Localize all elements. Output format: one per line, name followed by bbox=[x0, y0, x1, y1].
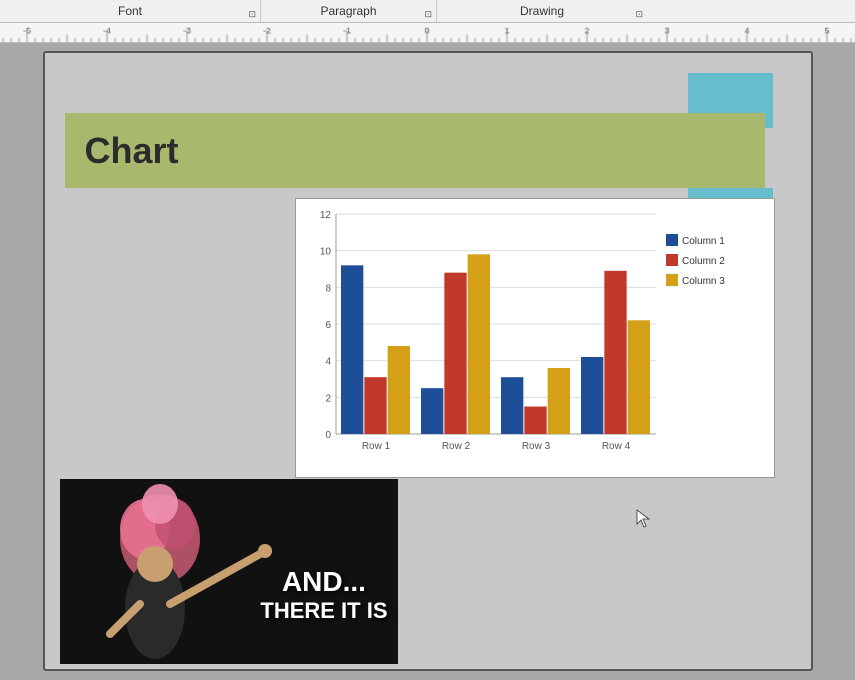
font-section: Font ⊡ bbox=[0, 0, 260, 22]
svg-text:Column 1: Column 1 bbox=[682, 236, 725, 247]
drawing-section: Drawing ⊡ bbox=[437, 0, 647, 22]
image-box[interactable]: AND... THERE IT IS bbox=[60, 479, 398, 664]
content-area: Chart 0 2 4 6 8 10 12 Row 1 Row 2 Row 3 Row 4 Colum… bbox=[0, 43, 855, 680]
document-slide[interactable]: Chart 0 2 4 6 8 10 12 Row 1 Row 2 Row 3 Row 4 Colum… bbox=[43, 51, 813, 671]
ruler bbox=[0, 23, 855, 43]
image-placeholder: AND... THERE IT IS bbox=[60, 479, 398, 664]
image-text-line2: THERE IT IS bbox=[260, 598, 387, 624]
paragraph-section: Paragraph ⊡ bbox=[261, 0, 436, 22]
svg-text:Row 2: Row 2 bbox=[441, 441, 470, 452]
image-text-overlay: AND... THERE IT IS bbox=[260, 566, 387, 624]
chart-title-box[interactable]: Chart bbox=[65, 113, 765, 188]
image-text-line1: AND... bbox=[260, 566, 387, 598]
drawing-expand-icon[interactable]: ⊡ bbox=[635, 9, 643, 20]
svg-text:12: 12 bbox=[319, 210, 331, 221]
toolbar: Font ⊡ Paragraph ⊡ Drawing ⊡ bbox=[0, 0, 855, 23]
svg-text:10: 10 bbox=[319, 247, 331, 258]
paragraph-label: Paragraph bbox=[320, 4, 376, 18]
svg-text:4: 4 bbox=[325, 357, 331, 368]
paragraph-expand-icon[interactable]: ⊡ bbox=[424, 9, 432, 20]
drawing-label: Drawing bbox=[520, 4, 564, 18]
svg-text:2: 2 bbox=[325, 393, 331, 404]
font-label: Font bbox=[118, 4, 142, 18]
chart-container[interactable]: 0 2 4 6 8 10 12 Row 1 Row 2 Row 3 Row 4 Column 1 Col… bbox=[295, 198, 775, 478]
bar-chart: 0 2 4 6 8 10 12 Row 1 Row 2 Row 3 Row 4 Column 1 Col… bbox=[296, 199, 776, 479]
svg-text:Column 3: Column 3 bbox=[682, 276, 725, 287]
svg-text:Row 1: Row 1 bbox=[361, 441, 390, 452]
svg-text:Row 4: Row 4 bbox=[601, 441, 630, 452]
svg-text:0: 0 bbox=[325, 430, 331, 441]
svg-text:Row 3: Row 3 bbox=[521, 441, 550, 452]
svg-text:8: 8 bbox=[325, 283, 331, 294]
svg-text:6: 6 bbox=[325, 320, 331, 331]
chart-title: Chart bbox=[85, 130, 179, 172]
ruler-canvas bbox=[0, 23, 855, 42]
font-expand-icon[interactable]: ⊡ bbox=[248, 9, 256, 20]
svg-text:Column 2: Column 2 bbox=[682, 256, 725, 267]
